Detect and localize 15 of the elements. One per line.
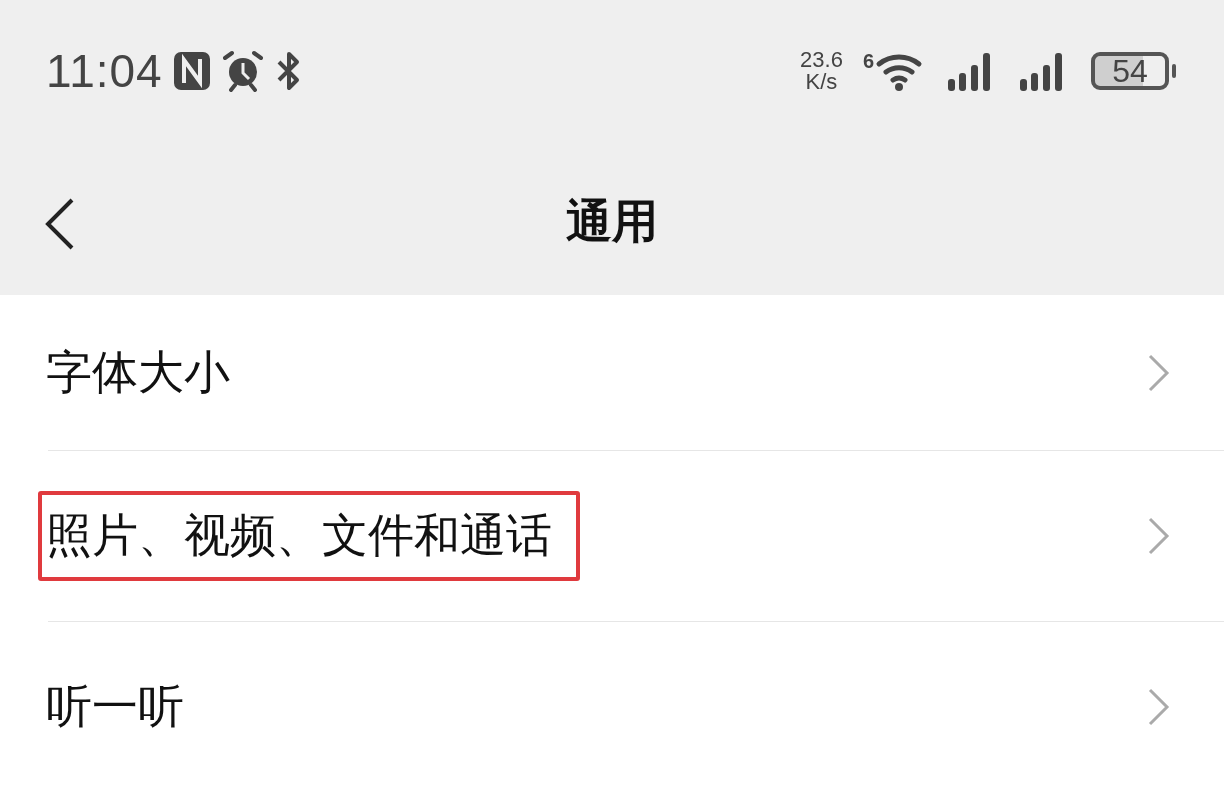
network-speed-unit: K/s	[805, 71, 838, 93]
highlighted-setting-label[interactable]: 照片、视频、文件和通话	[38, 491, 580, 581]
network-speed: 23.6	[800, 49, 843, 71]
setting-label[interactable]: 听一听	[38, 662, 212, 752]
back-icon[interactable]	[44, 198, 76, 250]
battery-level: 54	[1112, 52, 1148, 90]
setting-label[interactable]: 字体大小	[38, 327, 258, 418]
status-time: 11:04	[46, 44, 163, 98]
page-title: 通用	[566, 192, 658, 250]
nfc-icon	[172, 51, 211, 91]
chevron-icon	[1148, 353, 1170, 392]
alarm-icon	[220, 50, 265, 92]
wifi-standard-label: 6	[862, 50, 874, 73]
chevron-icon	[1148, 688, 1170, 726]
chevron-icon	[1148, 517, 1170, 555]
